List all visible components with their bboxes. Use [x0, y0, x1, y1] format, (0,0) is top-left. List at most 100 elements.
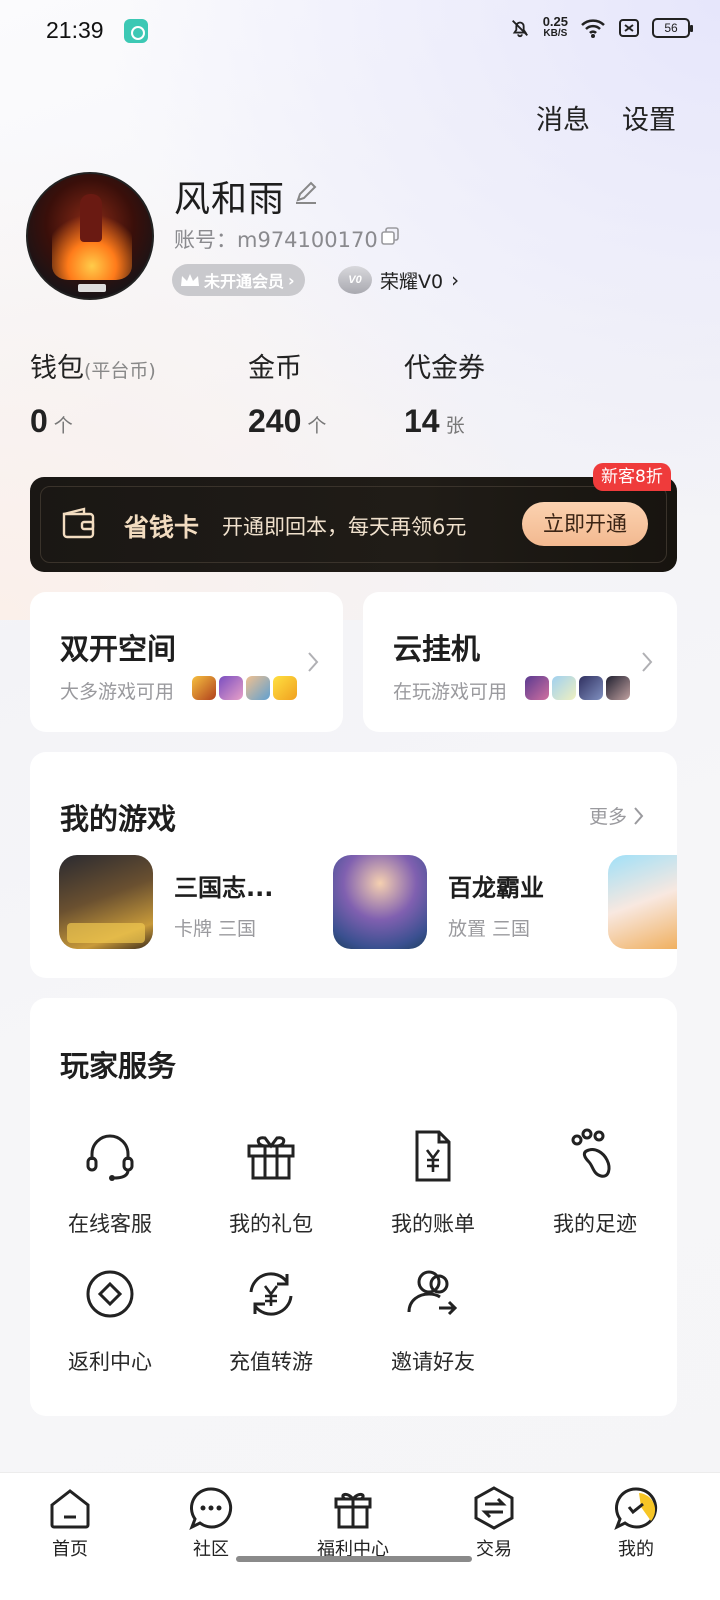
service-online-support[interactable]: 在线客服	[40, 1128, 180, 1238]
voucher-stat[interactable]: 代金券 14 张	[404, 346, 485, 440]
footprint-icon	[571, 1128, 611, 1178]
service-rebate-center[interactable]: 返利中心	[40, 1266, 180, 1376]
nav-home[interactable]: 首页	[10, 1473, 130, 1561]
chevron-right-icon: ›	[451, 268, 460, 292]
wallet-icon	[62, 507, 95, 539]
my-games-title: 我的游戏	[60, 802, 177, 836]
service-label: 返利中心	[68, 1350, 152, 1374]
chevron-right-icon	[634, 806, 644, 825]
chevron-right-icon: ›	[288, 270, 295, 290]
community-icon	[189, 1487, 233, 1531]
headset-icon	[86, 1134, 134, 1181]
nav-trade[interactable]: 交易	[434, 1473, 554, 1561]
stat-value: 14	[404, 403, 440, 439]
service-label: 我的账单	[391, 1212, 475, 1236]
net-speed-value: 0.25	[542, 14, 568, 29]
more-games-link[interactable]: 更多	[589, 802, 645, 829]
app-notification-icon	[124, 19, 148, 43]
game-tags: 放置 三国	[448, 918, 531, 940]
nav-label: 我的	[618, 1539, 654, 1560]
net-speed-unit: KB/S	[543, 28, 568, 39]
stat-unit: 张	[445, 415, 465, 437]
rebate-icon	[86, 1270, 134, 1318]
nav-welfare[interactable]: 福利中心	[293, 1473, 413, 1561]
top-actions: 消息 设置	[536, 98, 676, 137]
invite-friends-icon	[407, 1270, 458, 1316]
service-recharge-transfer[interactable]: 充值转游	[201, 1266, 341, 1376]
player-services-title: 玩家服务	[60, 1049, 177, 1083]
honor-label: 荣耀V0	[380, 270, 444, 293]
account-id: 账号：m974100170	[174, 228, 378, 252]
stat-unit: 个	[307, 415, 327, 437]
home-icon	[50, 1489, 90, 1529]
feature-title: 云挂机	[393, 632, 481, 666]
stat-value: 0	[30, 403, 48, 439]
no-sim-icon	[619, 19, 639, 37]
nickname: 风和雨	[174, 179, 286, 220]
honor-badge-icon: V0	[338, 266, 372, 294]
game-thumbnail[interactable]	[59, 855, 153, 949]
nav-community[interactable]: 社区	[151, 1473, 271, 1561]
stat-label: 代金券	[404, 353, 485, 384]
feature-title: 双开空间	[60, 632, 177, 666]
vip-label: 未开通会员	[204, 272, 285, 291]
stat-unit: 个	[53, 415, 73, 437]
stat-sub: (平台币)	[84, 360, 156, 382]
chevron-right-icon	[308, 652, 319, 672]
home-indicator[interactable]	[236, 1556, 472, 1562]
stat-label: 金币	[248, 353, 302, 384]
game-tags: 卡牌 三国	[174, 918, 257, 940]
discount-tag: 新客8折	[593, 463, 671, 491]
game-mini-icon	[246, 676, 270, 700]
nav-mine[interactable]: 我的	[576, 1473, 696, 1561]
game-mini-icon	[552, 676, 576, 700]
game-mini-icon	[273, 676, 297, 700]
stat-value: 240	[248, 403, 302, 439]
wallet-stat[interactable]: 钱包(平台币) 0个	[30, 346, 156, 440]
vip-status-pill[interactable]: 未开通会员 ›	[172, 264, 305, 296]
gold-coin-stat[interactable]: 金币 240 个	[248, 346, 326, 440]
game-mini-icon	[579, 676, 603, 700]
status-time: 21:39	[46, 17, 104, 43]
mute-bell-icon	[511, 20, 528, 38]
service-my-bills[interactable]: 我的账单	[363, 1128, 503, 1238]
copy-icon[interactable]	[380, 226, 400, 246]
game-thumbnail[interactable]	[333, 855, 427, 949]
open-now-button[interactable]: 立即开通	[522, 502, 648, 546]
service-label: 我的礼包	[229, 1212, 313, 1236]
service-label: 充值转游	[229, 1350, 313, 1374]
game-mini-icon	[192, 676, 216, 700]
game-thumbnail[interactable]	[608, 855, 677, 949]
game-mini-icon	[525, 676, 549, 700]
wifi-icon	[581, 19, 605, 38]
game-name[interactable]: 百龙霸业	[448, 868, 544, 903]
status-indicators: 0.25 KB/S 56	[509, 14, 693, 40]
network-speed: 0.25 KB/S	[542, 14, 568, 40]
bill-icon	[415, 1130, 451, 1182]
gift-icon	[247, 1136, 295, 1180]
service-label: 在线客服	[68, 1212, 152, 1236]
edit-icon[interactable]	[292, 178, 320, 206]
mine-icon	[614, 1487, 658, 1531]
game-icons-row	[192, 676, 297, 700]
service-invite-friends[interactable]: 邀请好友	[363, 1266, 503, 1376]
feature-subtitle: 在玩游戏可用	[393, 681, 508, 703]
trade-icon	[474, 1486, 514, 1530]
game-mini-icon	[606, 676, 630, 700]
avatar[interactable]	[26, 172, 154, 300]
messages-button[interactable]: 消息	[536, 98, 590, 137]
game-icons-row	[525, 676, 630, 700]
nav-label: 首页	[52, 1539, 88, 1560]
game-name[interactable]: 三国志...	[174, 868, 273, 903]
service-label: 邀请好友	[391, 1350, 475, 1374]
honor-level[interactable]: V0 荣耀V0 ›	[338, 266, 459, 294]
service-label: 我的足迹	[553, 1212, 637, 1236]
battery-indicator: 56	[652, 18, 693, 38]
status-bar: 21:39 0.25 KB/S 56	[0, 0, 720, 64]
settings-button[interactable]: 设置	[622, 98, 676, 137]
savings-card-desc: 开通即回本，每天再领6元	[222, 515, 467, 539]
crown-icon	[181, 274, 199, 286]
service-my-gifts[interactable]: 我的礼包	[201, 1128, 341, 1238]
service-my-footprints[interactable]: 我的足迹	[525, 1128, 665, 1238]
recharge-transfer-icon	[249, 1272, 293, 1316]
